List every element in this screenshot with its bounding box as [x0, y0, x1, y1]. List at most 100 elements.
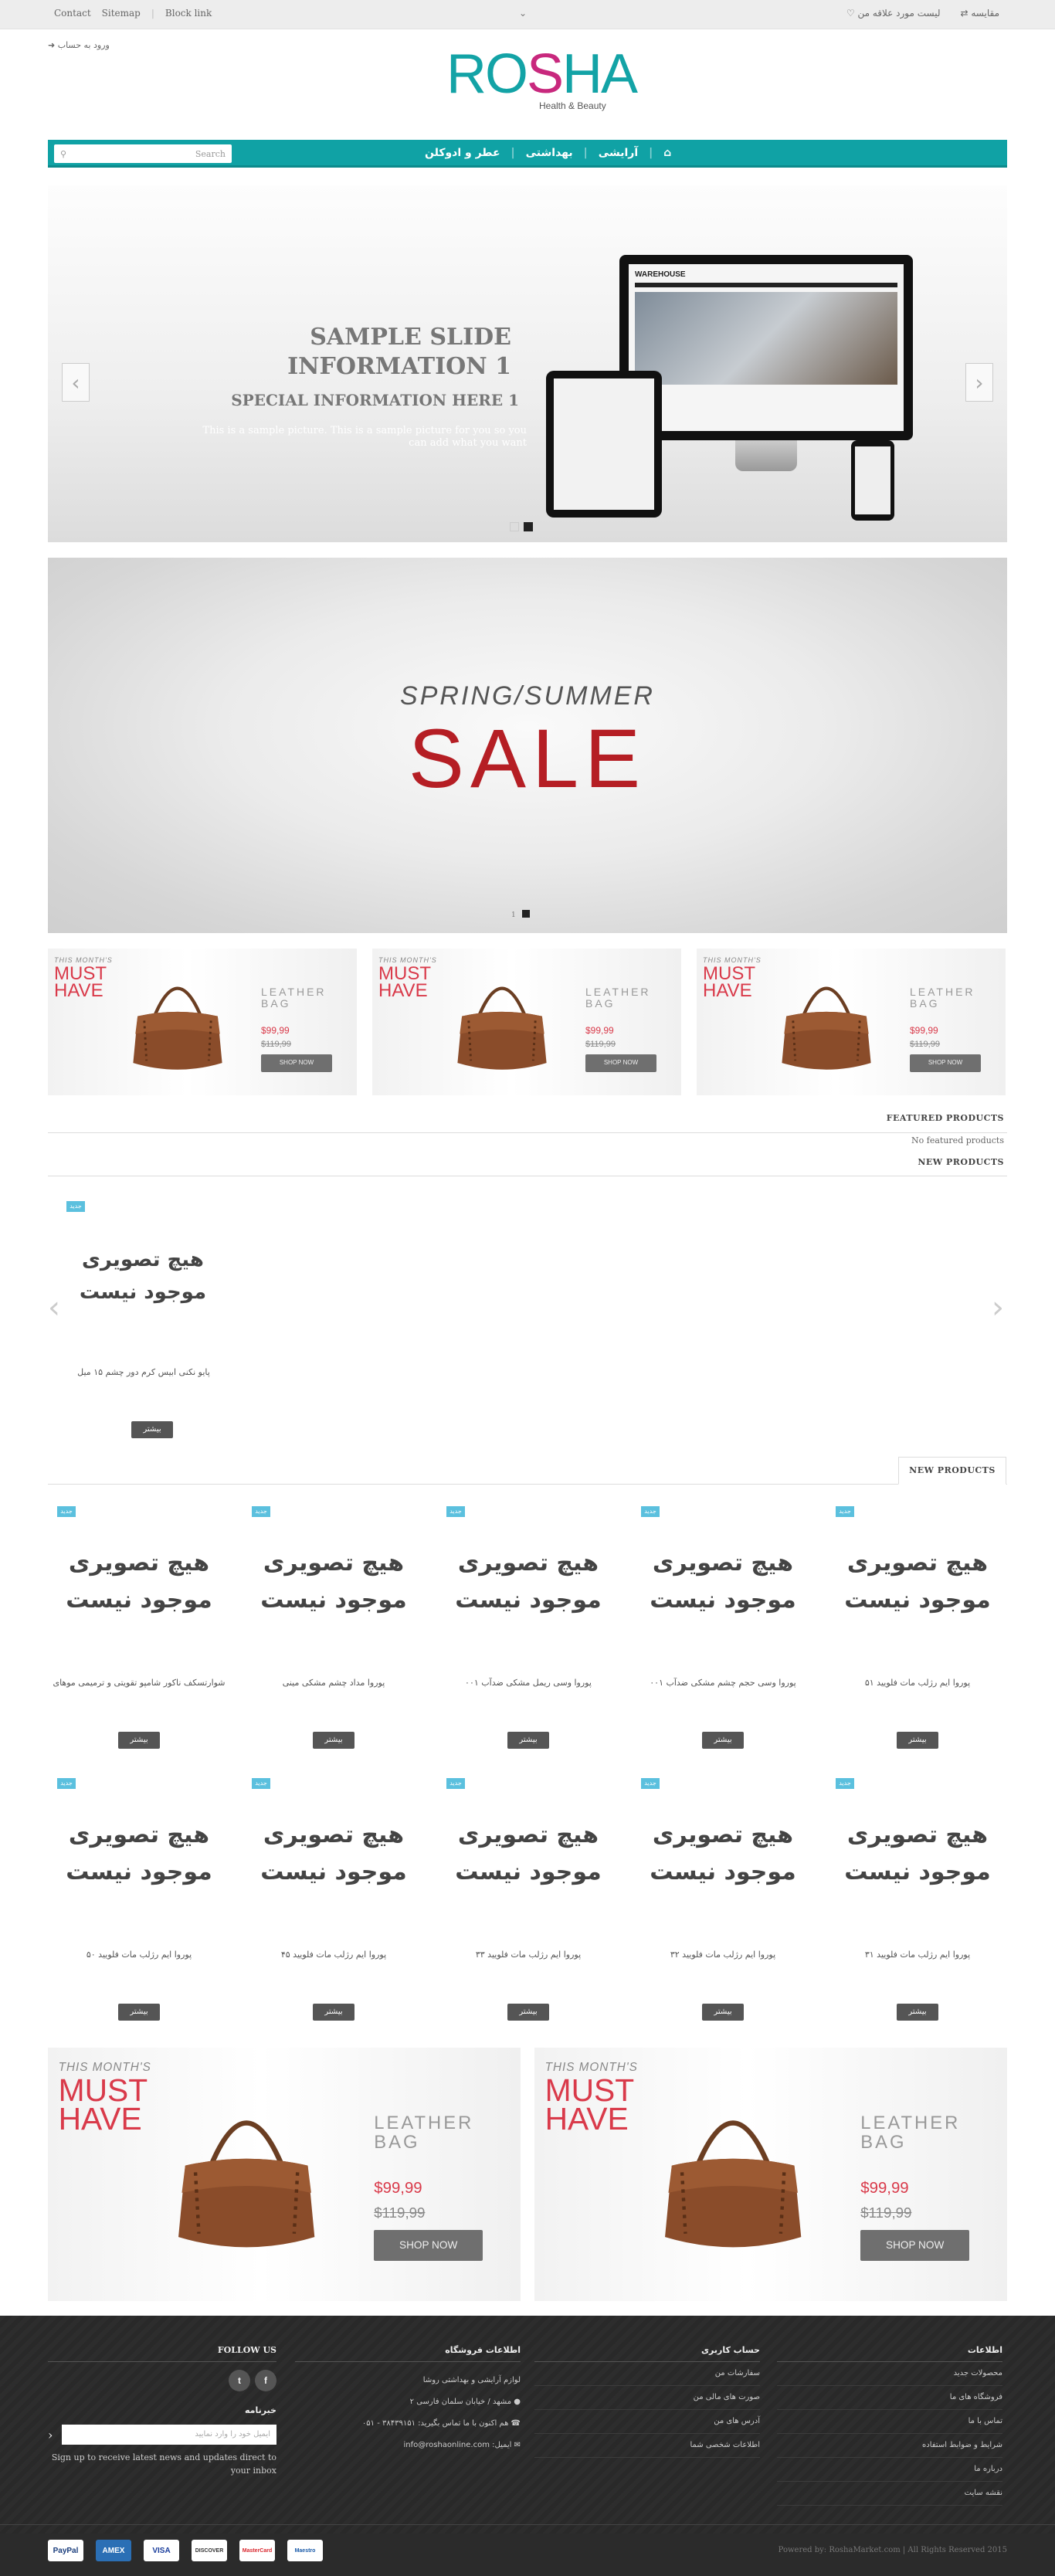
- more-button[interactable]: بیشتر: [131, 1421, 173, 1438]
- chevron-right-icon[interactable]: ›: [48, 2428, 59, 2442]
- sitemap-link[interactable]: Sitemap: [102, 8, 141, 19]
- slider-dot-2[interactable]: [524, 522, 533, 531]
- more-button[interactable]: بیشتر: [702, 2004, 744, 2021]
- no-image-placeholder[interactable]: هیچ تصویری موجود نیست: [243, 1545, 425, 1619]
- footer: اطلاعات محصولات جدید فروشگاه های ما تماس ب…: [0, 2316, 1055, 2576]
- no-image-placeholder[interactable]: هیچ تصویری موجود نیست: [243, 1817, 425, 1891]
- product-card[interactable]: جدید هیچ تصویری موجود نیست پوروا وسی حجم …: [632, 1506, 814, 1761]
- no-image-placeholder[interactable]: هیچ تصویری موجود نیست: [826, 1817, 1009, 1891]
- big-banner-2[interactable]: THIS MONTH'S MUST HAVE LEATHER BAG $99,99 …: [534, 2048, 1007, 2301]
- product-name[interactable]: پوروا ایم رژلب مات فلویید ۳۲: [632, 1950, 814, 1960]
- product-name[interactable]: پوروا ایم رژلب مات فلویید ۵۱: [826, 1678, 1009, 1688]
- slider-next-button[interactable]: ›: [965, 363, 993, 402]
- no-image-placeholder[interactable]: هیچ تصویری موجود نیست: [48, 1817, 230, 1891]
- shop-now-button[interactable]: SHOP NOW: [374, 2230, 483, 2261]
- shop-now-button[interactable]: SHOP NOW: [860, 2230, 970, 2261]
- product-card[interactable]: جدید هیچ تصویری موجود نیست پوروا مداد چشم…: [243, 1506, 425, 1761]
- nav-item-cosmetics[interactable]: آرایشی: [599, 147, 638, 159]
- product-card[interactable]: جدید هیچ تصویری موجود نیست پوروا ایم رژلب…: [243, 1778, 425, 2033]
- no-image-placeholder[interactable]: هیچ تصویری موجود نیست: [48, 1545, 230, 1619]
- no-image-line-1: هیچ تصویری: [263, 1549, 405, 1576]
- carousel-next-icon[interactable]: ›: [992, 1290, 1004, 1325]
- search-icon[interactable]: ⚲: [60, 149, 66, 159]
- slider-prev-button[interactable]: ‹: [62, 363, 90, 402]
- product-card[interactable]: جدید هیچ تصویری موجود نیست پوروا ایم رژلب…: [48, 1778, 230, 2033]
- no-image-placeholder[interactable]: هیچ تصویری موجود نیست: [632, 1817, 814, 1891]
- product-name[interactable]: پایو نکنی ابیس کرم دور چشم ۱۵ میل: [74, 1367, 213, 1377]
- carousel-prev-icon[interactable]: ‹: [48, 1290, 60, 1325]
- chevron-down-icon[interactable]: ⌄: [519, 8, 527, 19]
- no-image-line-2: موجود نیست: [844, 1858, 991, 1885]
- product-name[interactable]: پوروا ایم رژلب مات فلویید ۵۰: [48, 1950, 230, 1960]
- home-icon[interactable]: ⌂: [663, 147, 671, 159]
- block-link[interactable]: Block link: [165, 8, 212, 19]
- newsletter-input[interactable]: ایمیل خود را وارد نمایید: [62, 2425, 276, 2445]
- slider-dot-1[interactable]: [510, 522, 519, 531]
- no-image-placeholder[interactable]: هیچ تصویری موجود نیست: [437, 1545, 619, 1619]
- login-label: ورود به حساب: [57, 40, 110, 50]
- footer-link[interactable]: نقشه سایت: [777, 2482, 1002, 2506]
- product-card[interactable]: جدید هیچ تصویری موجود نیست پوروا ایم رژلب…: [826, 1506, 1009, 1761]
- footer-link[interactable]: درباره ما: [777, 2458, 1002, 2482]
- compare-link[interactable]: ⇄ مقایسه: [960, 8, 999, 19]
- no-image-line-1: هیچ تصویری: [652, 1549, 794, 1576]
- more-button[interactable]: بیشتر: [313, 1732, 354, 1749]
- no-image-placeholder[interactable]: هیچ تصویری موجود نیست: [632, 1545, 814, 1619]
- search-box[interactable]: ⚲ Search: [54, 144, 232, 163]
- product-name[interactable]: پوروا ایم رژلب مات فلویید ۳۳: [437, 1950, 619, 1960]
- no-image-placeholder[interactable]: هیچ تصویری موجود نیست: [826, 1545, 1009, 1619]
- site-logo[interactable]: ROSHA Health & Beauty: [446, 46, 638, 124]
- product-card[interactable]: جدید هیچ تصویری موجود نیست پوروا وسی ریمل…: [437, 1506, 619, 1761]
- product-card[interactable]: جدید هیچ تصویری موجود نیست شوارتسکف ناکور…: [48, 1506, 230, 1761]
- more-button[interactable]: بیشتر: [507, 2004, 549, 2021]
- product-card[interactable]: جدید هیچ تصویری موجود نیست پوروا ایم رژلب…: [632, 1778, 814, 2033]
- product-name[interactable]: پوروا وسی حجم چشم مشکی ضدآب ۰۰۱: [632, 1678, 814, 1688]
- more-button[interactable]: بیشتر: [118, 1732, 160, 1749]
- shop-now-button[interactable]: SHOP NOW: [910, 1054, 981, 1072]
- footer-link[interactable]: آدرس های من: [534, 2410, 760, 2434]
- slider2-dot-label[interactable]: 1: [511, 911, 516, 919]
- wishlist-link[interactable]: ♡ لیست مورد علاقه من: [846, 8, 941, 19]
- tablet-screen: [554, 378, 654, 510]
- twitter-icon[interactable]: t: [229, 2370, 250, 2391]
- shop-now-button[interactable]: SHOP NOW: [585, 1054, 656, 1072]
- social-icons: t f: [48, 2370, 276, 2391]
- product-name[interactable]: پوروا ایم رژلب مات فلویید ۴۵: [243, 1950, 425, 1960]
- shop-now-button[interactable]: SHOP NOW: [261, 1054, 332, 1072]
- login-link[interactable]: ➜ ورود به حساب: [48, 40, 110, 50]
- search-input[interactable]: Search: [71, 149, 226, 159]
- product-name[interactable]: پوروا وسی ریمل مشکی ضدآب ۰۰۱: [437, 1678, 619, 1688]
- footer-link[interactable]: تماس با ما: [777, 2410, 1002, 2434]
- nav-item-hygiene[interactable]: بهداشتی: [526, 147, 573, 159]
- footer-link[interactable]: فروشگاه های ما: [777, 2386, 1002, 2410]
- no-image-placeholder[interactable]: هیچ تصویری موجود نیست: [70, 1244, 216, 1308]
- nav-item-perfume[interactable]: عطر و ادوکلن: [425, 147, 500, 159]
- big-banner-1[interactable]: THIS MONTH'S MUST HAVE LEATHER BAG $99,99 …: [48, 2048, 521, 2301]
- no-image-placeholder[interactable]: هیچ تصویری موجود نیست: [437, 1817, 619, 1891]
- product-name[interactable]: پوروا ایم رژلب مات فلویید ۳۱: [826, 1950, 1009, 1960]
- product-card[interactable]: جدید هیچ تصویری موجود نیست پوروا ایم رژلب…: [437, 1778, 619, 2033]
- contact-link[interactable]: Contact: [54, 8, 91, 19]
- footer-link[interactable]: سفارشات من: [534, 2362, 760, 2386]
- footer-link[interactable]: صورت های مالی من: [534, 2386, 760, 2410]
- tab-new-products[interactable]: NEW PRODUCTS: [898, 1457, 1006, 1485]
- small-banner-3[interactable]: THIS MONTH'S MUST HAVE LEATHER BAG $99,99 …: [697, 949, 1006, 1095]
- more-button[interactable]: بیشتر: [507, 1732, 549, 1749]
- footer-link[interactable]: شرایط و ضوابط استفاده: [777, 2434, 1002, 2458]
- small-banner-1[interactable]: THIS MONTH'S MUST HAVE LEATHER BAG $99,99 …: [48, 949, 357, 1095]
- product-name[interactable]: شوارتسکف ناکور شامپو تقویتی و ترمیمی موه…: [48, 1678, 230, 1688]
- product-name[interactable]: پوروا مداد چشم مشکی مینی: [243, 1678, 425, 1688]
- more-button[interactable]: بیشتر: [897, 2004, 938, 2021]
- slider2-dot-active[interactable]: [522, 910, 530, 918]
- product-card[interactable]: جدید هیچ تصویری موجود نیست پوروا ایم رژلب…: [826, 1778, 1009, 2033]
- more-button[interactable]: بیشتر: [702, 1732, 744, 1749]
- store-email[interactable]: ایمیل: info@roshaonline.com: [403, 2441, 511, 2449]
- more-button[interactable]: بیشتر: [118, 2004, 160, 2021]
- small-banner-2[interactable]: THIS MONTH'S MUST HAVE LEATHER BAG $99,99 …: [372, 949, 681, 1095]
- footer-link[interactable]: محصولات جدید: [777, 2362, 1002, 2386]
- more-button[interactable]: بیشتر: [313, 2004, 354, 2021]
- more-button[interactable]: بیشتر: [897, 1732, 938, 1749]
- facebook-icon[interactable]: f: [255, 2370, 276, 2391]
- slide-description: This is a sample picture. This is a samp…: [202, 425, 527, 449]
- footer-link[interactable]: اطلاعات شخصی شما: [534, 2434, 760, 2458]
